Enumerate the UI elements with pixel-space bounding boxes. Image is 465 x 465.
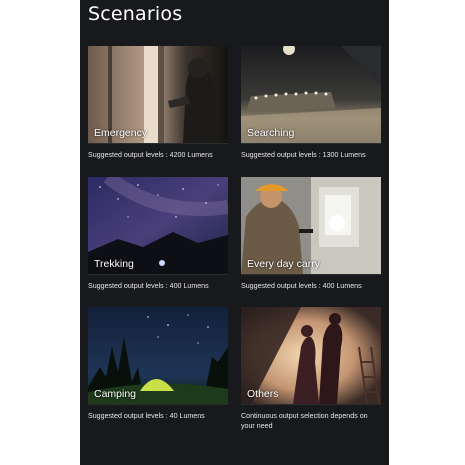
scenario-card-trekking[interactable]: Trekking Suggested output levels : 400 L… [88,177,228,292]
scenario-label: Others [247,388,279,400]
scenario-card-others[interactable]: Others Continuous output selection depen… [241,307,381,431]
scenario-caption: Suggested output levels : 4200 Lumens [88,151,213,159]
scenario-card-emergency[interactable]: Emergency Suggested output levels : 4200… [88,46,228,161]
camping-photo: Camping [88,307,228,405]
scenario-caption: Suggested output levels : 400 Lumens [88,282,209,290]
scenario-card-searching[interactable]: Searching Suggested output levels : 1300… [241,46,381,161]
scenario-caption: Continuous output selection depends on y… [241,412,368,430]
others-photo: Others [241,307,381,405]
scenario-label: Camping [94,388,137,400]
scenarios-panel: Scenarios Emergency Suggested output lev… [80,0,389,465]
scenario-label: Trekking [94,258,134,270]
scenario-caption: Suggested output levels : 400 Lumens [241,282,362,290]
scenario-caption: Suggested output levels : 1300 Lumens [241,151,366,159]
scenario-caption: Suggested output levels : 40 Lumens [88,412,205,420]
page-title: Scenarios [88,3,183,25]
every-day-carry-photo: Every day carry [241,177,381,275]
scenario-label: Emergency [94,127,148,139]
scenario-card-every-day-carry[interactable]: Every day carry Suggested output levels … [241,177,381,292]
scenario-label: Searching [247,127,295,139]
emergency-photo: Emergency [88,46,228,144]
scenario-label: Every day carry [247,258,320,270]
searching-photo: Searching [241,46,381,144]
scenario-card-camping[interactable]: Camping Suggested output levels : 40 Lum… [88,307,228,422]
trekking-photo: Trekking [88,177,228,275]
